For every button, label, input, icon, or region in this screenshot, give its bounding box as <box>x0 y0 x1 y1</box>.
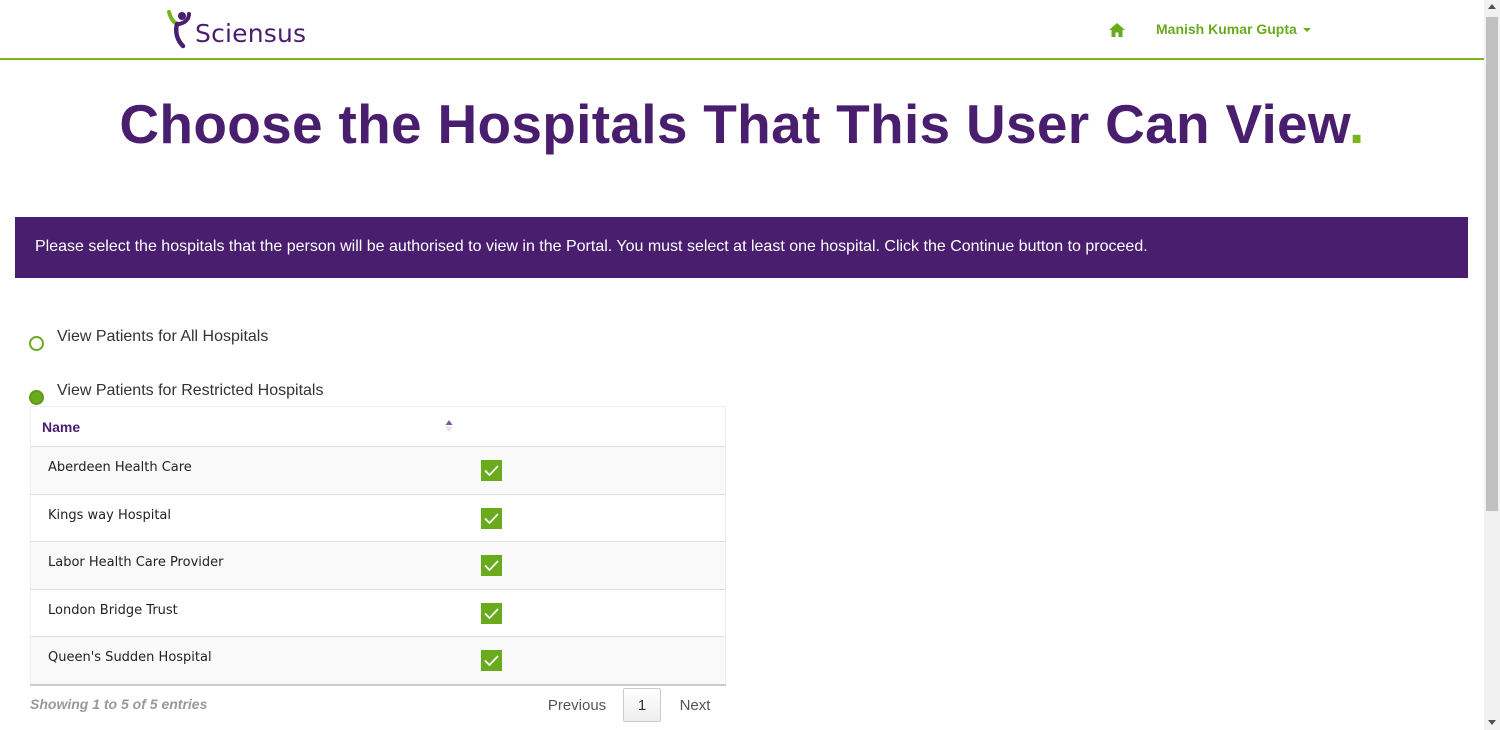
logo-text: Sciensus <box>195 18 307 48</box>
hospital-name: Queen's Sudden Hospital <box>48 650 212 665</box>
radio-all-hospitals[interactable] <box>29 336 44 351</box>
hospitals-table: Name Aberdeen Health Care Kings way Hosp… <box>30 406 726 685</box>
hospital-name: Labor Health Care Provider <box>48 555 224 570</box>
hospital-checkbox[interactable] <box>481 507 502 529</box>
table-row: Labor Health Care Provider <box>31 542 725 590</box>
hospital-checkbox[interactable] <box>481 460 502 481</box>
column-header-name[interactable]: Name <box>42 419 80 435</box>
pagination-next-button[interactable]: Next <box>670 688 720 722</box>
instructions-banner: Please select the hospitals that the per… <box>15 217 1468 278</box>
user-name: Manish Kumar Gupta <box>1156 21 1297 37</box>
title-accent-dot: . <box>1348 93 1365 155</box>
pagination-page-1-button[interactable]: 1 <box>623 688 661 722</box>
instructions-text: Please select the hospitals that the per… <box>35 238 1148 255</box>
radio-restricted-hospitals-label[interactable]: View Patients for Restricted Hospitals <box>57 382 323 400</box>
table-row: Kings way Hospital <box>31 495 725 542</box>
radio-restricted-hospitals[interactable] <box>29 390 44 405</box>
radio-option-restricted-hospitals[interactable]: View Patients for Restricted Hospitals <box>29 382 323 405</box>
radio-all-hospitals-label[interactable]: View Patients for All Hospitals <box>57 328 268 346</box>
check-icon <box>484 465 499 477</box>
radio-option-all-hospitals[interactable]: View Patients for All Hospitals <box>29 328 268 351</box>
scroll-up-arrow-icon[interactable] <box>1488 4 1496 9</box>
check-icon <box>484 607 499 619</box>
user-menu-dropdown[interactable]: Manish Kumar Gupta <box>1156 21 1311 37</box>
home-icon[interactable] <box>1108 22 1126 38</box>
hospital-checkbox[interactable] <box>481 555 502 576</box>
hospital-checkbox[interactable] <box>481 650 502 671</box>
check-icon <box>484 655 499 667</box>
hospital-name: Aberdeen Health Care <box>48 460 192 475</box>
check-icon <box>484 560 499 572</box>
page-title: Choose the Hospitals That This User Can … <box>0 92 1484 156</box>
hospital-checkbox[interactable] <box>481 602 502 624</box>
page-scrollbar[interactable] <box>1484 0 1500 730</box>
check-icon <box>484 512 499 524</box>
scrollbar-thumb[interactable] <box>1486 17 1498 511</box>
sort-icon[interactable] <box>445 419 453 433</box>
sciensus-logo[interactable]: Sciensus <box>163 10 306 50</box>
table-row: Aberdeen Health Care <box>31 447 725 495</box>
top-navbar: Sciensus Manish Kumar Gupta <box>0 0 1484 60</box>
table-bottom-border <box>30 684 726 686</box>
page-title-text: Choose the Hospitals That This User Can … <box>119 93 1349 155</box>
hospital-name: Kings way Hospital <box>48 507 171 523</box>
hospital-name: London Bridge Trust <box>48 602 178 618</box>
table-info: Showing 1 to 5 of 5 entries <box>30 696 208 712</box>
table-row: London Bridge Trust <box>31 590 725 637</box>
table-row: Queen's Sudden Hospital <box>31 637 725 685</box>
table-header: Name <box>31 407 725 447</box>
scroll-down-arrow-icon[interactable] <box>1488 720 1496 725</box>
pagination-previous-button[interactable]: Previous <box>540 688 614 722</box>
logo-figure-icon <box>163 10 193 50</box>
caret-down-icon <box>1302 28 1311 32</box>
